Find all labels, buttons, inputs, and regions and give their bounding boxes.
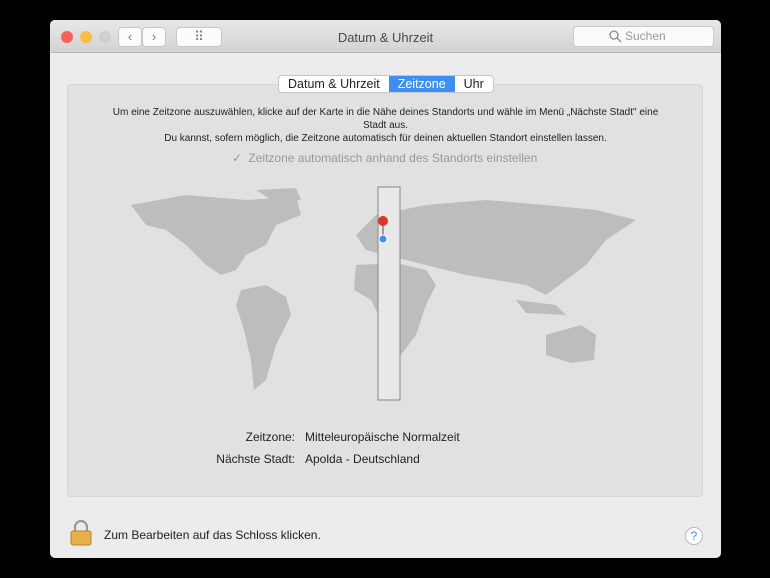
timezone-label: Zeitzone:	[245, 430, 295, 444]
search-icon	[609, 30, 622, 43]
tab-zeitzone[interactable]: Zeitzone	[388, 76, 455, 92]
instruction-line-1: Um eine Zeitzone auszuwählen, klicke auf…	[112, 107, 659, 118]
auto-timezone-checkbox[interactable]: ✓ Zeitzone automatisch anhand des Stando…	[232, 151, 537, 165]
closest-city-label: Nächste Stadt:	[216, 452, 295, 466]
closest-city-value[interactable]: Apolda - Deutschland	[305, 452, 420, 466]
title-bar: ‹ › ⠿ Datum & Uhrzeit Suchen	[50, 20, 721, 53]
instruction-line-3: Du kannst, sofern möglich, die Zeitzone …	[164, 133, 607, 144]
lock-message: Zum Bearbeiten auf das Schloss klicken.	[104, 528, 321, 542]
preferences-window: ‹ › ⠿ Datum & Uhrzeit Suchen Datum & Uhr…	[50, 20, 721, 558]
lock-icon[interactable]	[70, 520, 92, 546]
instruction-line-2: Stadt aus.	[362, 120, 409, 131]
help-button[interactable]: ?	[685, 527, 703, 545]
search-field[interactable]: Suchen	[573, 26, 714, 47]
tab-datum-uhrzeit[interactable]: Datum & Uhrzeit	[279, 76, 389, 92]
current-location-dot	[378, 234, 388, 244]
world-map[interactable]	[126, 185, 646, 405]
tab-uhr[interactable]: Uhr	[455, 76, 493, 92]
search-placeholder: Suchen	[625, 29, 666, 43]
auto-timezone-label: Zeitzone automatisch anhand des Standort…	[248, 151, 538, 165]
checkmark-icon: ✓	[232, 151, 243, 165]
timezone-value: Mitteleuropäische Normalzeit	[305, 430, 460, 444]
tab-bar: Datum & Uhrzeit Zeitzone Uhr	[278, 75, 494, 93]
